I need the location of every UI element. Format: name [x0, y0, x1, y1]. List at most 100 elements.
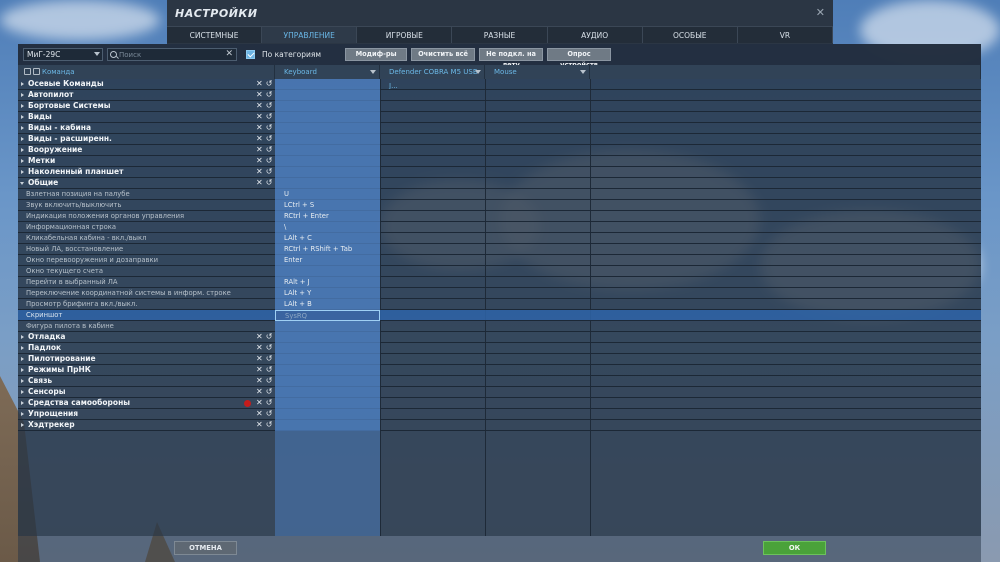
poll-devices-button[interactable]: Опрос устройств	[547, 48, 612, 69]
clear-category-icon[interactable]: ✕	[256, 332, 263, 342]
keyboard-binding-cell[interactable]	[275, 90, 380, 101]
keyboard-binding-cell[interactable]	[275, 409, 380, 420]
reset-category-icon[interactable]: ↺	[266, 376, 273, 386]
mouse-binding-cell[interactable]	[485, 398, 590, 409]
tab-6[interactable]: VR	[737, 26, 833, 43]
clear-category-icon[interactable]: ✕	[256, 409, 263, 419]
collapsed-triangle-icon[interactable]	[21, 401, 24, 405]
mouse-binding-cell[interactable]	[485, 156, 590, 167]
tab-0[interactable]: СИСТЕМНЫЕ	[167, 26, 263, 43]
mouse-binding-cell[interactable]	[485, 233, 590, 244]
reset-category-icon[interactable]: ↺	[266, 332, 273, 342]
command-row[interactable]: Скриншот SysRQ	[18, 310, 981, 321]
keyboard-binding-cell[interactable]	[275, 321, 380, 332]
tab-1[interactable]: УПРАВЛЕНИЕ	[262, 26, 358, 43]
joystick-binding-cell[interactable]	[380, 123, 485, 134]
reset-category-icon[interactable]: ↺	[266, 178, 273, 188]
category-row[interactable]: Виды - расширенн. ✕ ↺	[18, 134, 981, 145]
clear-category-icon[interactable]: ✕	[256, 134, 263, 144]
collapsed-triangle-icon[interactable]	[21, 170, 24, 174]
clear-category-icon[interactable]: ✕	[256, 387, 263, 397]
joystick-binding-cell[interactable]	[380, 233, 485, 244]
mouse-binding-cell[interactable]	[485, 189, 590, 200]
keyboard-binding-cell[interactable]: LCtrl + S	[275, 200, 380, 211]
joystick-binding-cell[interactable]	[380, 167, 485, 178]
mouse-binding-cell[interactable]	[485, 123, 590, 134]
reset-category-icon[interactable]: ↺	[266, 398, 273, 408]
category-row[interactable]: Отладка ✕ ↺	[18, 332, 981, 343]
reset-category-icon[interactable]: ↺	[266, 145, 273, 155]
keyboard-binding-cell[interactable]	[275, 343, 380, 354]
tab-3[interactable]: РАЗНЫЕ	[452, 26, 548, 43]
reset-category-icon[interactable]: ↺	[266, 112, 273, 122]
joystick-binding-cell[interactable]	[380, 321, 485, 332]
joystick-binding-cell[interactable]	[380, 277, 485, 288]
joystick-binding-cell[interactable]	[380, 200, 485, 211]
keyboard-binding-cell[interactable]	[275, 354, 380, 365]
clear-category-icon[interactable]: ✕	[256, 420, 263, 430]
mouse-binding-cell[interactable]	[485, 365, 590, 376]
keyboard-binding-cell[interactable]	[275, 398, 380, 409]
reset-category-icon[interactable]: ↺	[266, 343, 273, 353]
reset-category-icon[interactable]: ↺	[266, 123, 273, 133]
keyboard-binding-cell[interactable]	[275, 123, 380, 134]
keyboard-binding-cell[interactable]: LAlt + C	[275, 233, 380, 244]
ok-button[interactable]: ОК	[763, 541, 826, 555]
clear-category-icon[interactable]: ✕	[256, 145, 263, 155]
category-row[interactable]: Упрощения ✕ ↺	[18, 409, 981, 420]
expanded-triangle-icon[interactable]	[20, 182, 24, 185]
mouse-binding-cell[interactable]	[485, 420, 590, 431]
joystick-binding-cell[interactable]	[380, 409, 485, 420]
keyboard-binding-cell[interactable]	[275, 376, 380, 387]
joystick-binding-cell[interactable]	[380, 332, 485, 343]
command-row[interactable]: Окно текущего счета	[18, 266, 981, 277]
aircraft-select[interactable]: МиГ-29С	[23, 48, 103, 61]
tab-4[interactable]: АУДИО	[547, 26, 643, 43]
reset-category-icon[interactable]: ↺	[266, 167, 273, 177]
mouse-binding-cell[interactable]	[485, 310, 590, 321]
collapsed-triangle-icon[interactable]	[21, 423, 24, 427]
mouse-binding-cell[interactable]	[485, 200, 590, 211]
category-row[interactable]: Хэдтрекер ✕ ↺	[18, 420, 981, 431]
category-row[interactable]: Бортовые Системы ✕ ↺	[18, 101, 981, 112]
category-row[interactable]: Пилотирование ✕ ↺	[18, 354, 981, 365]
category-row[interactable]: Падлок ✕ ↺	[18, 343, 981, 354]
command-row[interactable]: Звук включить/выключить LCtrl + S	[18, 200, 981, 211]
keyboard-binding-cell[interactable]: RAlt + J	[275, 277, 380, 288]
keyboard-binding-cell[interactable]: Enter	[275, 255, 380, 266]
reset-category-icon[interactable]: ↺	[266, 134, 273, 144]
joystick-binding-cell[interactable]	[380, 79, 485, 90]
mouse-binding-cell[interactable]	[485, 101, 590, 112]
reset-category-icon[interactable]: ↺	[266, 354, 273, 364]
joystick-binding-cell[interactable]	[380, 288, 485, 299]
mouse-binding-cell[interactable]	[485, 90, 590, 101]
collapsed-triangle-icon[interactable]	[21, 335, 24, 339]
reset-category-icon[interactable]: ↺	[266, 365, 273, 375]
joystick-binding-cell[interactable]	[380, 255, 485, 266]
collapsed-triangle-icon[interactable]	[21, 412, 24, 416]
keyboard-binding-cell[interactable]	[275, 167, 380, 178]
mouse-binding-cell[interactable]	[485, 376, 590, 387]
keyboard-binding-cell[interactable]: LAlt + Y	[275, 288, 380, 299]
collapsed-triangle-icon[interactable]	[21, 357, 24, 361]
mouse-binding-cell[interactable]	[485, 178, 590, 189]
keyboard-binding-cell[interactable]	[275, 112, 380, 123]
not-connected-button[interactable]: Не подкл. на лету	[479, 48, 544, 69]
clear-category-icon[interactable]: ✕	[256, 101, 263, 111]
collapsed-triangle-icon[interactable]	[21, 390, 24, 394]
collapsed-triangle-icon[interactable]	[21, 346, 24, 350]
joystick-binding-cell[interactable]	[380, 299, 485, 310]
mouse-binding-cell[interactable]	[485, 277, 590, 288]
clear-category-icon[interactable]: ✕	[256, 398, 263, 408]
keyboard-binding-cell[interactable]	[275, 156, 380, 167]
command-row[interactable]: Перейти в выбранный ЛА RAlt + J	[18, 277, 981, 288]
collapsed-triangle-icon[interactable]	[21, 148, 24, 152]
joystick-binding-cell[interactable]	[380, 244, 485, 255]
clear-category-icon[interactable]: ✕	[256, 178, 263, 188]
joystick-binding-cell[interactable]	[380, 398, 485, 409]
joystick-binding-cell[interactable]	[380, 112, 485, 123]
category-row[interactable]: Автопилот ✕ ↺	[18, 90, 981, 101]
reset-category-icon[interactable]: ↺	[266, 101, 273, 111]
category-row[interactable]: Виды ✕ ↺	[18, 112, 981, 123]
clear-category-icon[interactable]: ✕	[256, 376, 263, 386]
